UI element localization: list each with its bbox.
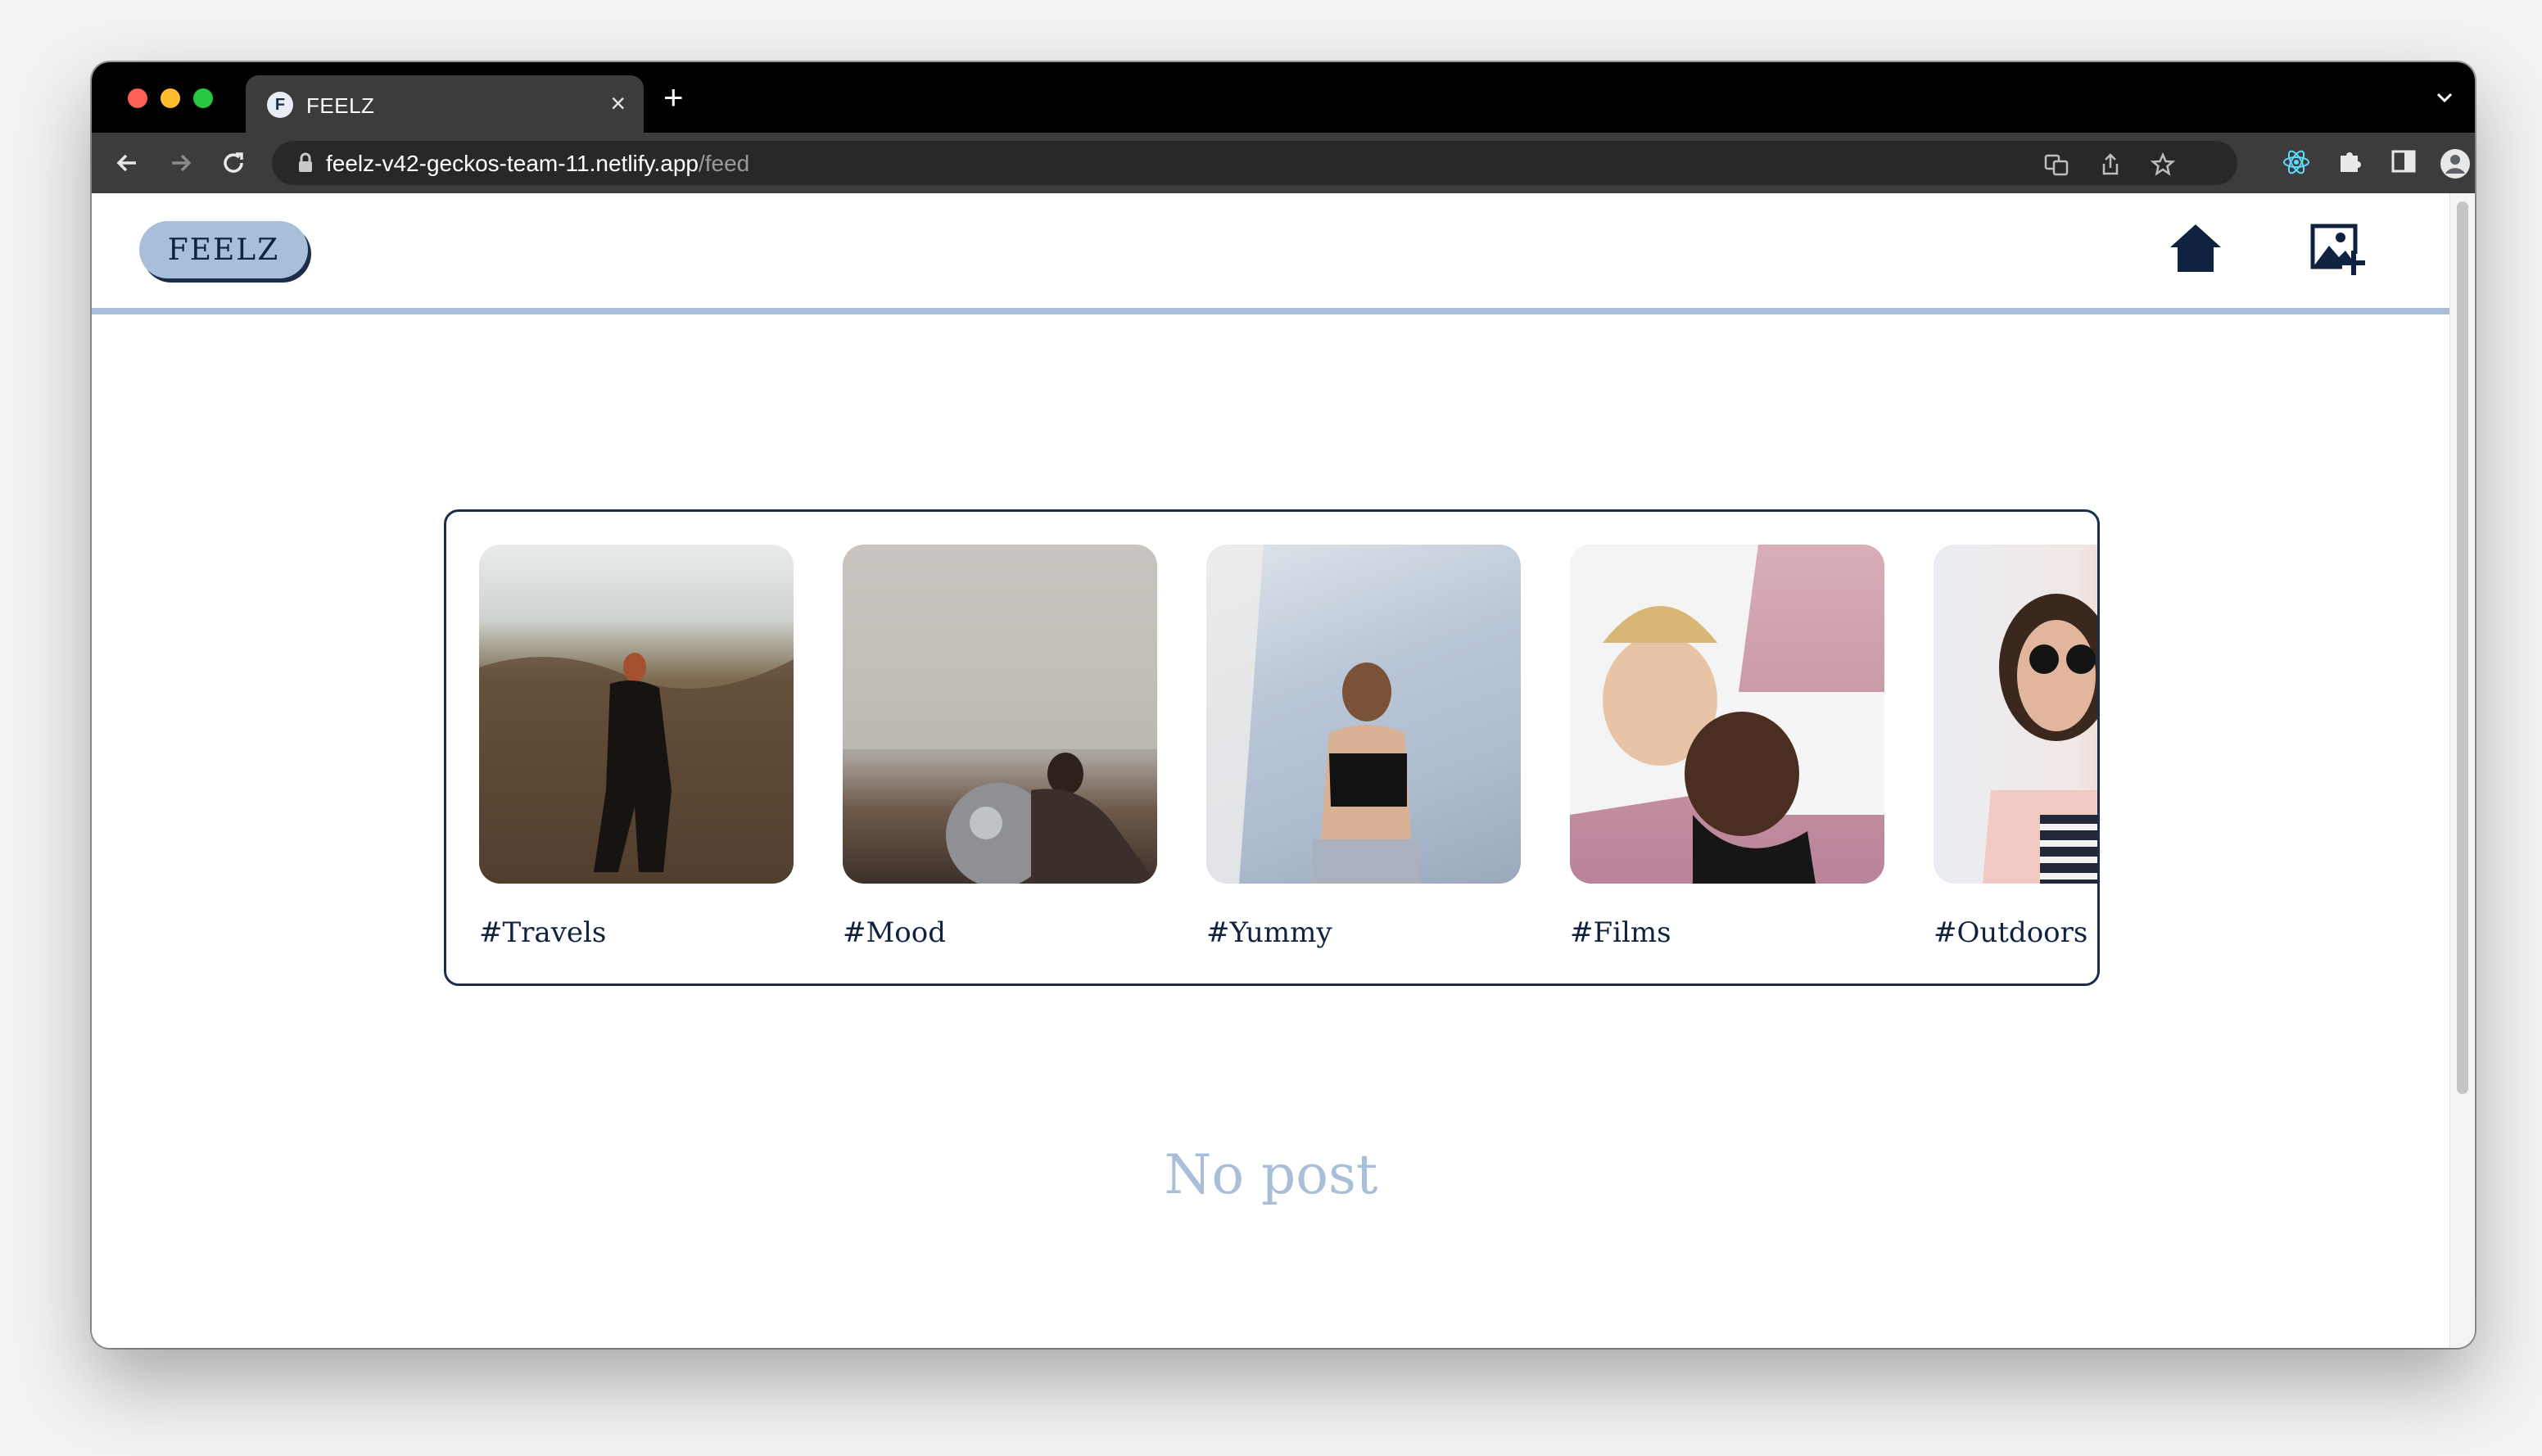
- category-label: #Mood: [843, 916, 947, 949]
- category-label: #Yummy: [1206, 916, 1332, 949]
- extensions-puzzle-icon[interactable]: [2336, 147, 2363, 179]
- forward-arrow-icon[interactable]: [165, 147, 197, 179]
- translate-icon[interactable]: [2044, 152, 2069, 181]
- category-card-yummy[interactable]: #Yummy: [1206, 545, 1521, 949]
- category-image-outdoors: [1934, 545, 2097, 884]
- maximize-window-button[interactable]: [193, 88, 213, 108]
- category-carousel: #Travels #Mood #Yummy #Films #Outdoors: [444, 509, 2100, 986]
- scrollbar-thumb[interactable]: [2457, 201, 2468, 1094]
- reload-icon[interactable]: [218, 147, 249, 179]
- close-window-button[interactable]: [128, 88, 147, 108]
- url-text: feelz-v42-geckos-team-11.netlify.app/fee…: [326, 151, 749, 177]
- category-image-films: [1570, 545, 1884, 884]
- app-logo[interactable]: FEELZ: [139, 221, 308, 278]
- tab-search-chevron-icon[interactable]: [2434, 87, 2455, 112]
- category-image-travels: [479, 545, 794, 884]
- back-arrow-icon[interactable]: [111, 147, 142, 179]
- category-card-travels[interactable]: #Travels: [479, 545, 794, 949]
- side-panel-icon[interactable]: [2390, 147, 2418, 179]
- home-icon[interactable]: [2169, 223, 2223, 277]
- category-image-yummy: [1206, 545, 1521, 884]
- category-card-outdoors[interactable]: #Outdoors: [1934, 545, 2097, 949]
- app-header: FEELZ: [92, 193, 2450, 314]
- address-bar[interactable]: feelz-v42-geckos-team-11.netlify.app/fee…: [272, 141, 2237, 185]
- close-tab-icon[interactable]: ×: [610, 88, 626, 118]
- browser-tab[interactable]: F FEELZ ×: [246, 75, 644, 133]
- category-image-mood: [843, 545, 1157, 884]
- web-page: FEELZ #Travels #Mood #Yummy #Films #Outd…: [92, 193, 2450, 1348]
- tab-favicon-icon: F: [267, 92, 293, 118]
- browser-window: F FEELZ × + feelz-v42-geckos-team-11.net…: [92, 62, 2475, 1348]
- category-label: #Travels: [479, 916, 607, 949]
- bookmark-star-icon[interactable]: [2150, 151, 2176, 181]
- add-image-icon[interactable]: [2309, 221, 2368, 278]
- category-card-films[interactable]: #Films: [1570, 545, 1884, 949]
- empty-feed-message: No post: [1164, 1143, 1378, 1206]
- category-card-mood[interactable]: #Mood: [843, 545, 1157, 949]
- browser-toolbar: feelz-v42-geckos-team-11.netlify.app/fee…: [92, 133, 2475, 193]
- category-label: #Outdoors: [1934, 916, 2088, 949]
- minimize-window-button[interactable]: [161, 88, 180, 108]
- url-path: /feed: [698, 151, 750, 176]
- lock-icon: [296, 152, 314, 178]
- profile-avatar-icon[interactable]: [2439, 147, 2472, 184]
- react-devtools-icon[interactable]: [2282, 147, 2311, 181]
- category-label: #Films: [1570, 916, 1671, 949]
- tab-strip: F FEELZ × +: [92, 62, 2475, 133]
- page-scrollbar[interactable]: [2449, 193, 2475, 1348]
- url-host: feelz-v42-geckos-team-11.netlify.app: [326, 151, 699, 176]
- new-tab-icon[interactable]: +: [663, 80, 684, 115]
- share-icon[interactable]: [2098, 152, 2123, 181]
- tab-title: FEELZ: [306, 93, 375, 118]
